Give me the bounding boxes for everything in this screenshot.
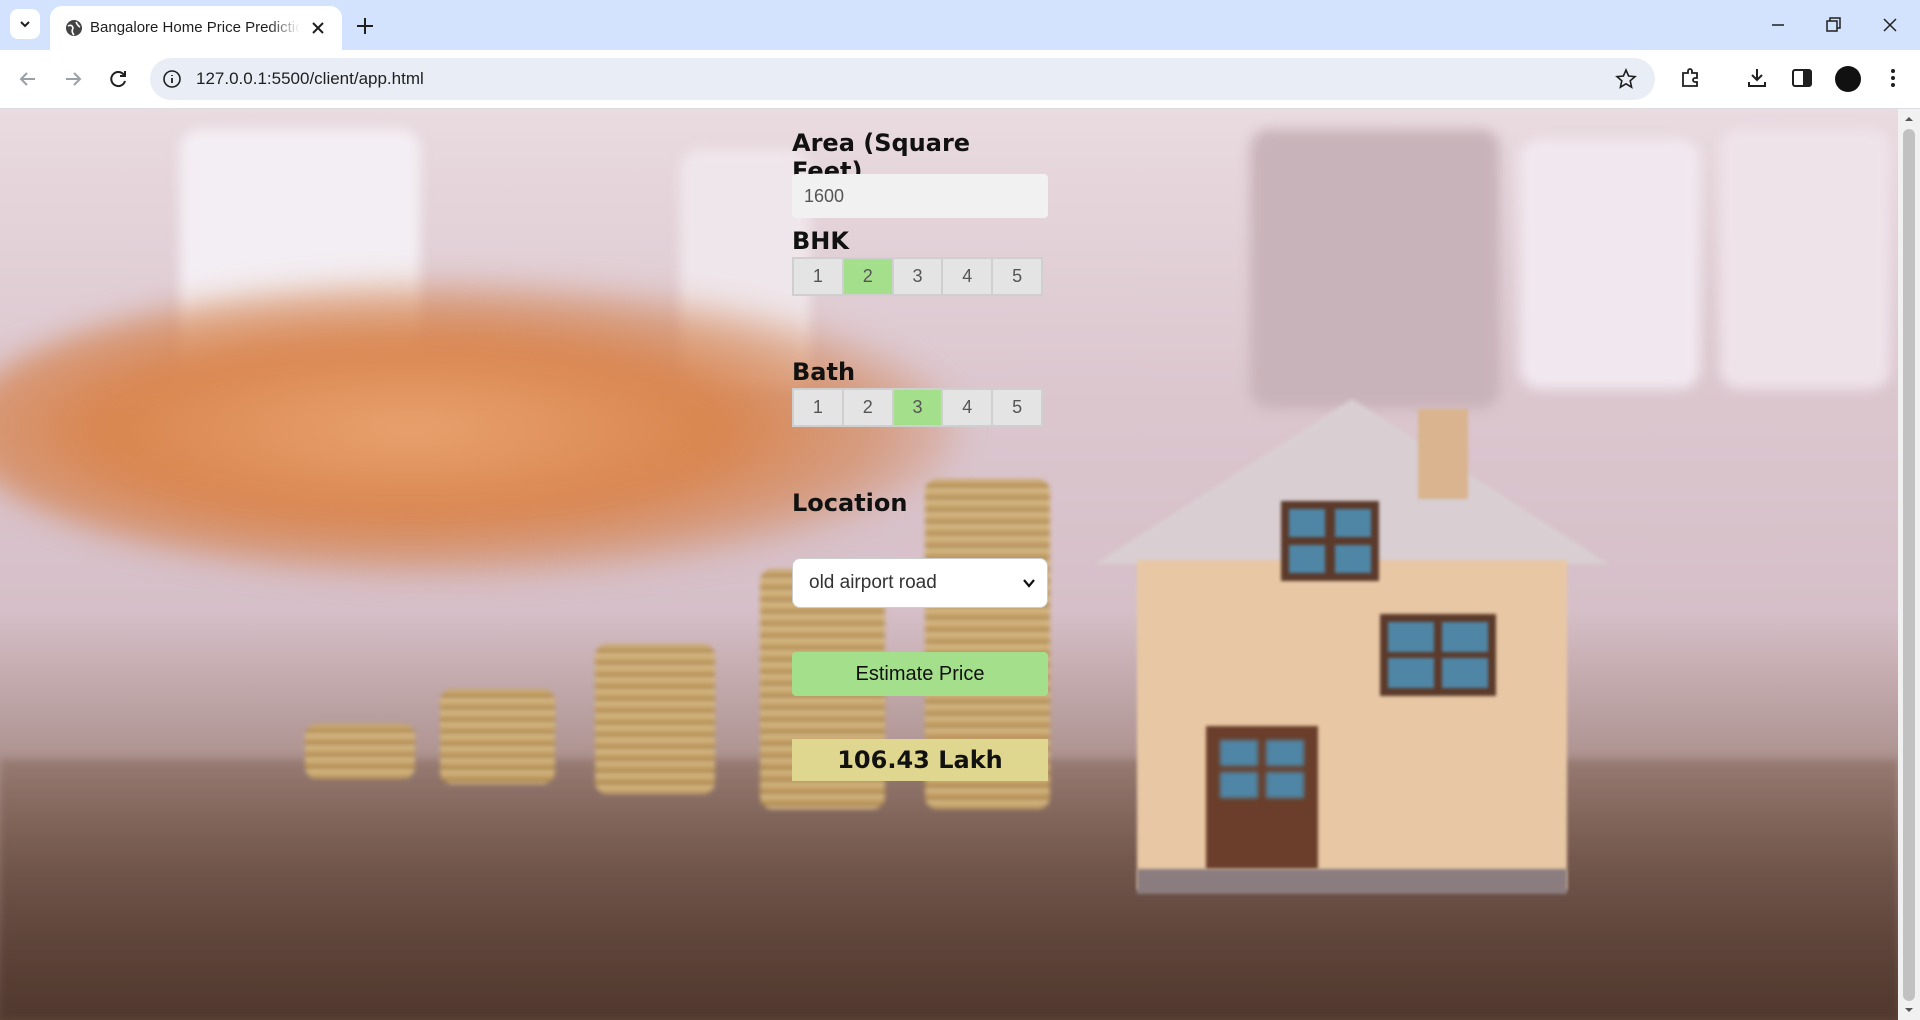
forward-icon[interactable] (59, 65, 87, 93)
bhk-option-5[interactable]: 5 (993, 259, 1041, 294)
bath-option-5[interactable]: 5 (993, 390, 1041, 425)
back-icon[interactable] (14, 65, 42, 93)
browser-toolbar: 127.0.0.1:5500/client/app.html (0, 50, 1920, 109)
tab-search-button[interactable] (10, 9, 40, 39)
bath-option-4[interactable]: 4 (943, 390, 994, 425)
area-input[interactable] (792, 174, 1048, 218)
bath-option-1[interactable]: 1 (794, 390, 844, 425)
scrollbar-thumb[interactable] (1903, 129, 1915, 1001)
tab-title: Bangalore Home Price Prediction (90, 19, 300, 36)
bath-option-3[interactable]: 3 (893, 390, 944, 425)
url-text: 127.0.0.1:5500/client/app.html (196, 69, 424, 88)
page-viewport: Area (Square Feet) BHK 1 2 3 4 5 Bath 1 … (0, 109, 1898, 1020)
close-tab-icon[interactable] (308, 18, 328, 38)
location-selected-value: old airport road (809, 572, 937, 593)
chevron-down-icon (1023, 579, 1035, 588)
bath-option-2[interactable]: 2 (843, 390, 894, 425)
browser-tab[interactable]: Bangalore Home Price Prediction (50, 6, 342, 50)
bookmark-star-icon[interactable] (1615, 68, 1637, 90)
restore-icon[interactable] (1818, 10, 1848, 40)
estimate-price-button[interactable]: Estimate Price (792, 652, 1048, 696)
tab-strip: Bangalore Home Price Prediction (0, 0, 1920, 50)
side-panel-icon[interactable] (1789, 65, 1815, 91)
close-window-icon[interactable] (1875, 10, 1905, 40)
site-info-icon[interactable] (162, 69, 182, 89)
bhk-option-4[interactable]: 4 (943, 259, 994, 294)
menu-icon[interactable] (1880, 65, 1906, 91)
bhk-label: BHK (792, 227, 849, 255)
address-bar[interactable]: 127.0.0.1:5500/client/app.html (150, 58, 1655, 100)
bhk-option-1[interactable]: 1 (794, 259, 844, 294)
download-icon[interactable] (1744, 65, 1770, 91)
profile-avatar[interactable] (1835, 66, 1861, 92)
chevron-down-icon (20, 21, 30, 28)
bhk-option-2[interactable]: 2 (843, 259, 894, 294)
bath-switch: 1 2 3 4 5 (792, 388, 1043, 427)
scroll-down-icon[interactable] (1904, 1005, 1914, 1015)
page-scrollbar[interactable] (1898, 109, 1920, 1020)
reload-icon[interactable] (104, 65, 132, 93)
scroll-up-icon[interactable] (1904, 114, 1914, 124)
bhk-switch: 1 2 3 4 5 (792, 257, 1043, 296)
estimated-price-result: 106.43 Lakh (792, 739, 1048, 781)
minimize-icon[interactable] (1763, 10, 1793, 40)
extensions-icon[interactable] (1678, 65, 1704, 91)
location-select[interactable]: old airport road (792, 558, 1048, 608)
bath-label: Bath (792, 358, 856, 386)
location-label: Location (792, 489, 908, 517)
globe-icon (66, 20, 82, 36)
new-tab-icon[interactable] (352, 13, 378, 39)
bhk-option-3[interactable]: 3 (893, 259, 944, 294)
